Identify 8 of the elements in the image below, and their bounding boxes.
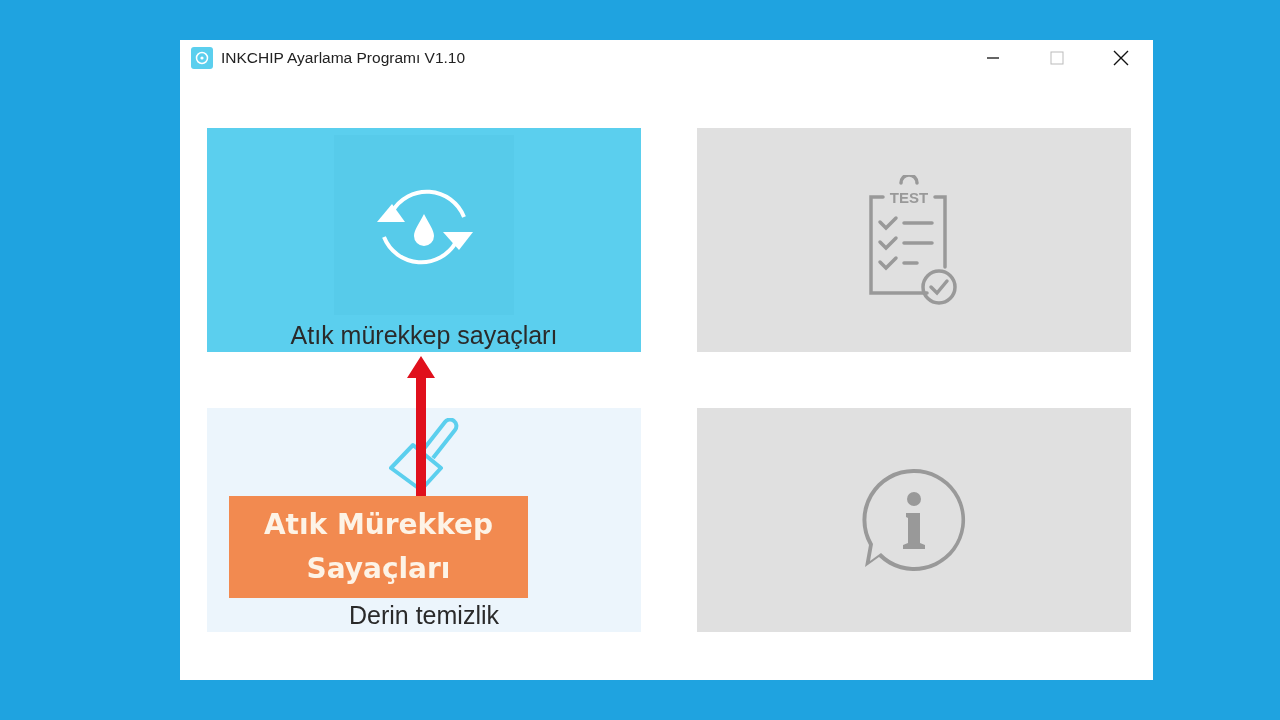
app-icon bbox=[191, 47, 213, 69]
tool-tile[interactable]: Atık mürekkep sayaçları bbox=[207, 128, 641, 352]
window-title: INKCHIP Ayarlama Programı V1.10 bbox=[221, 49, 466, 67]
close-icon bbox=[1113, 50, 1129, 66]
callout-text: Atık Mürekkep Sayaçları bbox=[262, 507, 495, 587]
tile-label: Atık mürekkep sayaçları bbox=[289, 321, 559, 350]
maximize-icon bbox=[1050, 51, 1064, 65]
tile-label: Derin temizlik bbox=[348, 601, 500, 630]
